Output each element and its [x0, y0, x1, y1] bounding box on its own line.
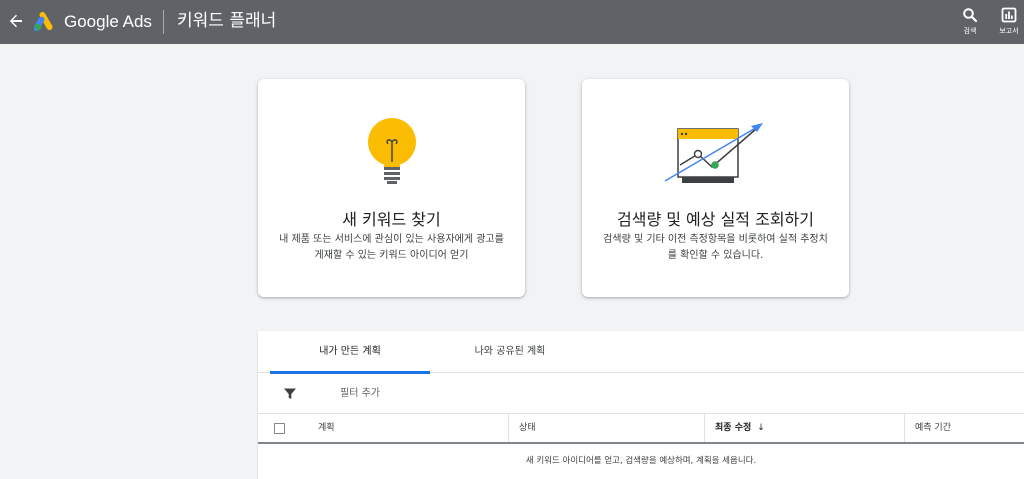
search-label: 검색	[963, 27, 977, 35]
card-description: 검색량 및 기타 이전 측정항목을 비롯하여 실적 추정치를 확인할 수 있습니…	[603, 234, 828, 261]
tab-my-plans[interactable]: 내가 만든 계획	[270, 331, 430, 374]
filter-icon[interactable]	[283, 386, 297, 405]
card-title: 검색량 및 예상 실적 조회하기	[617, 210, 814, 229]
brand-name: Google Ads	[64, 12, 152, 31]
google-ads-logo[interactable]	[33, 11, 56, 32]
tab-shared-plans[interactable]: 나와 공유된 계획	[430, 331, 590, 373]
plans-table-header: 계획 상태 최종 수정 ↓ 예측 기간	[258, 414, 1024, 444]
forecast-chart-icon	[582, 117, 849, 187]
reports-button[interactable]: 보고서	[989, 7, 1024, 41]
forecast-card[interactable]: 검색량 및 예상 실적 조회하기 검색량 및 기타 이전 측정항목을 비롯하여 …	[582, 79, 849, 297]
select-all-checkbox[interactable]	[274, 423, 285, 434]
filter-bar: 필터 추가	[258, 373, 1024, 414]
reports-label: 보고서	[999, 27, 1019, 35]
reports-icon	[1001, 7, 1017, 23]
back-arrow-icon[interactable]	[4, 9, 28, 33]
page-title: 키워드 플래너	[177, 11, 277, 31]
sort-descending-icon: ↓	[757, 423, 765, 433]
column-last-modified[interactable]: 최종 수정 ↓	[704, 414, 904, 442]
plans-tabs: 내가 만든 계획 나와 공유된 계획	[258, 331, 1024, 374]
header-divider	[163, 10, 164, 34]
search-button[interactable]: 검색	[950, 7, 990, 41]
column-forecast-range[interactable]: 예측 기간	[904, 414, 1024, 442]
lightbulb-icon	[258, 117, 525, 187]
empty-state-message: 새 키워드 아이디어를 얻고, 검색량을 예상하며, 계획을 세웁니다.	[525, 456, 757, 466]
card-description: 내 제품 또는 서비스에 관심이 있는 사용자에게 광고를 게재할 수 있는 키…	[279, 234, 504, 261]
column-plan[interactable]: 계획	[308, 414, 508, 442]
discover-keywords-card[interactable]: 새 키워드 찾기 내 제품 또는 서비스에 관심이 있는 사용자에게 광고를 게…	[258, 79, 525, 297]
column-last-modified-label: 최종 수정	[715, 423, 752, 433]
search-icon	[963, 8, 978, 23]
card-title: 새 키워드 찾기	[342, 210, 441, 229]
column-status[interactable]: 상태	[508, 414, 704, 442]
plans-panel: 내가 만든 계획 나와 공유된 계획 필터 추가 계획 상태 최종 수정 ↓ 예측…	[258, 331, 1024, 479]
top-app-bar: Google Ads 키워드 플래너 검색 보고서	[0, 0, 1024, 44]
add-filter-button[interactable]: 필터 추가	[340, 373, 380, 414]
